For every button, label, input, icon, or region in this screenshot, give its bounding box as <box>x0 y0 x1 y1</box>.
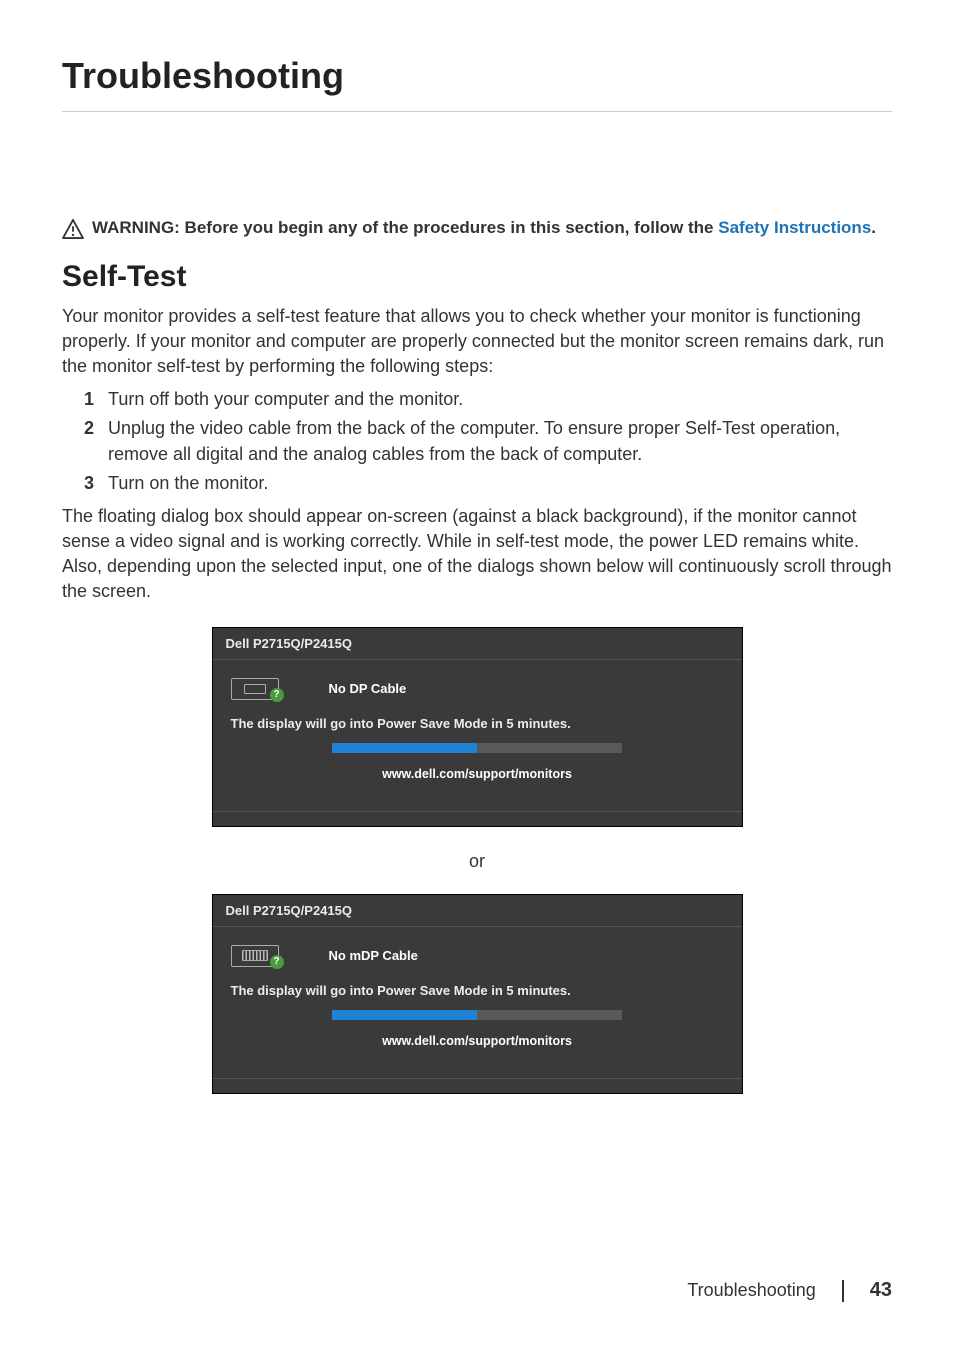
dialog-footer <box>213 812 742 826</box>
self-test-intro: Your monitor provides a self-test featur… <box>62 304 892 380</box>
step-1-text: Turn off both your computer and the moni… <box>108 389 463 409</box>
step-3-text: Turn on the monitor. <box>108 473 268 493</box>
power-save-message: The display will go into Power Save Mode… <box>231 983 724 998</box>
dialog-footer <box>213 1079 742 1093</box>
no-mdp-cable-label: No mDP Cable <box>329 948 418 963</box>
warning-text: WARNING: Before you begin any of the pro… <box>92 217 876 240</box>
support-url: www.dell.com/support/monitors <box>231 767 724 781</box>
dialog-header: Dell P2715Q/P2415Q <box>213 628 742 660</box>
footer-label: Troubleshooting <box>687 1280 815 1301</box>
no-dp-cable-label: No DP Cable <box>329 681 407 696</box>
warning-lead: WARNING: Before you begin any of the pro… <box>92 218 718 237</box>
safety-instructions-link[interactable]: Safety Instructions <box>718 218 871 237</box>
progress-fill <box>332 1010 477 1020</box>
footer-divider <box>842 1280 844 1302</box>
question-badge-icon: ? <box>270 688 284 702</box>
list-item: 3Turn on the monitor. <box>84 470 892 496</box>
dialog-no-dp: Dell P2715Q/P2415Q ? No DP Cable The dis… <box>212 627 743 827</box>
question-badge-icon: ? <box>270 955 284 969</box>
support-url: www.dell.com/support/monitors <box>231 1034 724 1048</box>
or-separator: or <box>212 851 743 872</box>
progress-bar <box>332 743 622 753</box>
list-item: 1Turn off both your computer and the mon… <box>84 386 892 412</box>
dp-connector-icon: ? <box>231 678 279 700</box>
page-title: Troubleshooting <box>62 55 892 112</box>
warning-icon <box>62 219 84 239</box>
progress-bar <box>332 1010 622 1020</box>
power-save-message: The display will go into Power Save Mode… <box>231 716 724 731</box>
warning-tail: . <box>871 218 876 237</box>
page-number: 43 <box>870 1279 892 1302</box>
dialog-header: Dell P2715Q/P2415Q <box>213 895 742 927</box>
self-test-after: The floating dialog box should appear on… <box>62 504 892 605</box>
page-footer: Troubleshooting 43 <box>687 1279 892 1302</box>
self-test-heading: Self-Test <box>62 260 892 294</box>
self-test-steps: 1Turn off both your computer and the mon… <box>84 386 892 496</box>
warning-block: WARNING: Before you begin any of the pro… <box>62 217 892 240</box>
step-2-text: Unplug the video cable from the back of … <box>108 418 840 464</box>
dialog-no-mdp: Dell P2715Q/P2415Q ? No mDP Cable The di… <box>212 894 743 1094</box>
progress-fill <box>332 743 477 753</box>
mdp-connector-icon: ? <box>231 945 279 967</box>
list-item: 2Unplug the video cable from the back of… <box>84 415 892 467</box>
